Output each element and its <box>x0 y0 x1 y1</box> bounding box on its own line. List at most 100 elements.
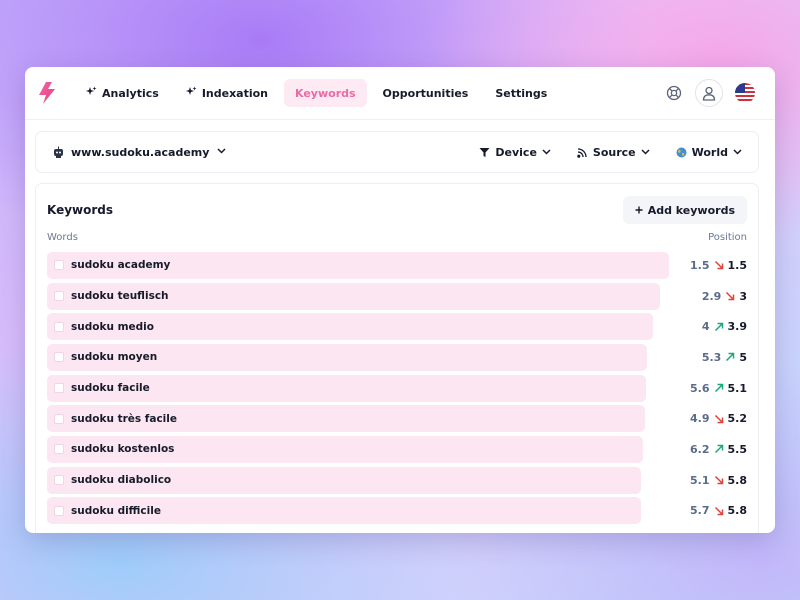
keyword-row[interactable]: sudoku très facile 4.9 5.2 <box>47 403 747 434</box>
keyword-row[interactable]: sudoku medio 4 3.9 <box>47 311 747 342</box>
device-filter[interactable]: Device <box>479 146 551 159</box>
keyword-text: sudoku teuflisch <box>71 290 169 303</box>
keyword-text: sudoku très facile <box>71 412 177 425</box>
keyword-bar: sudoku medio <box>47 313 653 341</box>
trend-down-arrow-icon <box>725 291 735 301</box>
position-cell: 4 3.9 <box>702 320 747 333</box>
trend-up-arrow-icon <box>714 444 724 454</box>
tab-keywords[interactable]: Keywords <box>284 79 367 107</box>
column-headers: Words Position <box>36 224 758 250</box>
site-label: www.sudoku.academy <box>71 145 210 159</box>
keyword-bar: sudoku kostenlos <box>47 435 643 463</box>
tab-indexation[interactable]: Indexation <box>175 79 279 107</box>
previous-position: 5.1 <box>690 473 710 487</box>
col-words[interactable]: Words <box>47 232 78 250</box>
chevron-down-icon <box>733 149 742 155</box>
position-cell: 5.1 5.8 <box>690 474 747 487</box>
row-checkbox[interactable] <box>54 444 64 455</box>
trend-up-arrow-icon <box>714 322 724 332</box>
world-filter[interactable]: World <box>676 146 742 159</box>
previous-position: 5.6 <box>690 381 710 395</box>
trend-down-arrow-icon <box>714 475 724 485</box>
col-position[interactable]: Position <box>708 232 747 250</box>
keyword-row[interactable]: sudoku kostenlos 6.2 5.5 <box>47 434 747 465</box>
position-cell: 5.6 5.1 <box>690 382 747 395</box>
row-checkbox[interactable] <box>54 352 64 363</box>
row-checkbox[interactable] <box>54 260 64 271</box>
keyword-text: sudoku diabolico <box>71 474 172 487</box>
world-filter-label: World <box>691 145 728 159</box>
logo-bolt-icon[interactable] <box>37 81 59 105</box>
keyword-text: sudoku facile <box>71 382 150 395</box>
row-checkbox[interactable] <box>54 505 64 516</box>
chevron-down-icon <box>542 149 551 155</box>
previous-position: 2.9 <box>701 289 722 303</box>
app-window: Analytics Indexation Keywords Opportunities… <box>25 67 775 533</box>
device-filter-label: Device <box>495 145 537 159</box>
keyword-bar: sudoku très facile <box>47 405 645 433</box>
position-cell: 5.3 5 <box>702 351 747 364</box>
us-flag-icon[interactable] <box>735 83 755 103</box>
trend-down-arrow-icon <box>714 260 724 270</box>
keyword-row[interactable]: sudoku teuflisch 2.9 3 <box>47 281 747 312</box>
current-position: 5.5 <box>727 442 748 456</box>
keyword-bar: sudoku academy <box>47 251 669 279</box>
site-selector[interactable]: www.sudoku.academy <box>52 146 226 159</box>
source-filter[interactable]: Source <box>577 146 650 159</box>
filter-bar: www.sudoku.academy Device Source World <box>35 131 759 173</box>
keyword-list: sudoku academy 1.5 1.5 sudoku teuflisch 2.9 3… <box>36 250 758 526</box>
help-buoy-icon[interactable] <box>665 84 683 102</box>
keyword-row[interactable]: sudoku academy 1.5 1.5 <box>47 250 747 281</box>
sparkle-icon <box>86 86 97 100</box>
position-cell: 6.2 5.5 <box>690 443 747 456</box>
tab-opportunities[interactable]: Opportunities <box>372 79 480 107</box>
top-navigation: Analytics Indexation Keywords Opportunities… <box>25 67 775 120</box>
previous-position: 1.5 <box>690 258 710 272</box>
sparkle-icon <box>185 86 197 100</box>
nav-right <box>665 79 755 107</box>
current-position: 5.2 <box>727 412 748 426</box>
row-checkbox[interactable] <box>54 321 64 332</box>
chevron-down-icon <box>641 149 650 155</box>
row-checkbox[interactable] <box>54 291 64 302</box>
keyword-row[interactable]: sudoku difficile 5.7 5.8 <box>47 496 747 527</box>
keyword-row[interactable]: sudoku diabolico 5.1 5.8 <box>47 465 747 496</box>
keyword-text: sudoku moyen <box>71 351 158 364</box>
tab-analytics[interactable]: Analytics <box>75 79 170 107</box>
user-icon <box>702 86 716 101</box>
add-keywords-label: Add keywords <box>647 203 735 217</box>
position-cell: 1.5 1.5 <box>690 259 747 272</box>
current-position: 5.8 <box>727 473 748 487</box>
tab-settings[interactable]: Settings <box>484 79 558 107</box>
keyword-bar: sudoku teuflisch <box>47 282 660 310</box>
previous-position: 5.3 <box>701 350 722 364</box>
robot-site-icon <box>54 146 63 158</box>
keyword-bar: sudoku moyen <box>47 343 647 371</box>
trend-up-arrow-icon <box>714 383 724 393</box>
add-keywords-button[interactable]: Add keywords <box>622 196 747 224</box>
row-checkbox[interactable] <box>54 413 64 424</box>
source-filter-label: Source <box>592 145 636 159</box>
keyword-bar: sudoku difficile <box>47 497 641 525</box>
current-position: 5.1 <box>727 381 748 395</box>
keyword-text: sudoku medio <box>71 320 154 333</box>
trend-down-arrow-icon <box>714 506 724 516</box>
previous-position: 5.7 <box>690 504 710 518</box>
row-checkbox[interactable] <box>54 475 64 486</box>
keyword-row[interactable]: sudoku facile 5.6 5.1 <box>47 373 747 404</box>
current-position: 1.5 <box>727 258 748 272</box>
current-position: 3 <box>739 289 747 303</box>
keywords-panel: Keywords Add keywords Words Position sud… <box>35 183 759 533</box>
panel-title: Keywords <box>47 203 114 217</box>
keyword-bar: sudoku diabolico <box>47 466 641 494</box>
user-avatar-button[interactable] <box>695 79 723 107</box>
current-position: 3.9 <box>727 320 748 334</box>
previous-position: 4 <box>701 320 710 334</box>
position-cell: 2.9 3 <box>702 290 747 303</box>
position-cell: 5.7 5.8 <box>690 504 747 517</box>
row-checkbox[interactable] <box>54 383 64 394</box>
trend-up-arrow-icon <box>725 352 735 362</box>
tab-label: Settings <box>495 86 548 100</box>
plus-icon <box>635 204 643 217</box>
keyword-row[interactable]: sudoku moyen 5.3 5 <box>47 342 747 373</box>
